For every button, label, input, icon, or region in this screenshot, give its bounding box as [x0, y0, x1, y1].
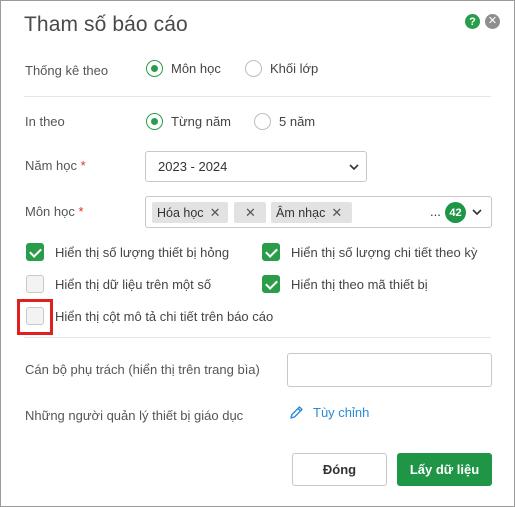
- stats-by-label: Thống kê theo: [25, 63, 109, 78]
- radio-print-by-year[interactable]: Từng năm: [146, 113, 231, 130]
- required-mark: *: [78, 204, 84, 219]
- subject-label: Môn học *: [25, 204, 84, 219]
- close-icon[interactable]: ✕: [485, 14, 500, 29]
- radio-selected-icon: [146, 113, 163, 130]
- checkbox-unchecked-icon: [26, 275, 44, 293]
- checkbox-show-detail-by-term[interactable]: Hiển thị số lượng chi tiết theo kỳ: [262, 243, 477, 261]
- checkbox-show-by-device-code[interactable]: Hiển thị theo mã thiết bị: [262, 275, 428, 293]
- checkbox-checked-icon: [26, 243, 44, 261]
- subject-multiselect[interactable]: Hóa học ✕ ✕ Âm nhạc ✕ ... 42: [145, 196, 492, 228]
- checkbox-checked-icon: [262, 275, 280, 293]
- chevron-down-icon: [472, 209, 482, 216]
- checkbox-show-data-on-number[interactable]: Hiển thị dữ liệu trên một số: [26, 275, 211, 293]
- checkbox-label: Hiển thị số lượng thiết bị hỏng: [55, 244, 230, 260]
- checkbox-label: Hiển thị theo mã thiết bị: [291, 276, 428, 292]
- subject-label-text: Môn học: [25, 204, 75, 219]
- subject-tag-label: Hóa học: [157, 205, 204, 220]
- radio-label: Từng năm: [171, 114, 232, 129]
- staff-label: Cán bộ phụ trách (hiển thị trên trang bì…: [25, 362, 260, 377]
- school-year-value: 2023 - 2024: [158, 159, 228, 174]
- radio-print-by-5-years[interactable]: 5 năm: [254, 113, 315, 130]
- help-icon[interactable]: ?: [465, 14, 480, 29]
- close-button[interactable]: Đóng: [292, 453, 387, 486]
- highlight-box: [17, 299, 53, 335]
- required-mark: *: [80, 158, 86, 173]
- remove-tag-icon[interactable]: ✕: [331, 205, 342, 221]
- get-data-button[interactable]: Lấy dữ liệu: [397, 453, 492, 486]
- print-by-label: In theo: [25, 114, 65, 129]
- checkbox-show-broken-count[interactable]: Hiển thị số lượng thiết bị hỏng: [26, 243, 229, 261]
- subject-tag-label: Âm nhạc: [276, 205, 326, 220]
- radio-unselected-icon: [254, 113, 271, 130]
- pencil-icon: [290, 406, 303, 419]
- customize-link-label: Tùy chỉnh: [313, 405, 370, 420]
- subject-tag: Hóa học ✕: [152, 202, 228, 223]
- customize-link[interactable]: Tùy chỉnh: [289, 405, 369, 420]
- checkbox-show-description-column[interactable]: Hiển thị cột mô tả chi tiết trên báo cáo: [26, 307, 273, 325]
- checkbox-label: Hiển thị số lượng chi tiết theo kỳ: [291, 244, 478, 260]
- radio-label: Khối lớp: [270, 61, 319, 76]
- checkbox-label: Hiển thị dữ liệu trên một số: [55, 276, 212, 292]
- radio-stats-by-subject[interactable]: Môn học: [146, 60, 221, 77]
- report-parameters-dialog: Tham số báo cáo ? ✕ Thống kê theo Môn họ…: [0, 0, 515, 507]
- radio-unselected-icon: [245, 60, 262, 77]
- subject-tag: ✕: [234, 202, 266, 223]
- school-year-select[interactable]: 2023 - 2024: [145, 151, 367, 182]
- checkbox-checked-icon: [262, 243, 280, 261]
- checkbox-label: Hiển thị cột mô tả chi tiết trên báo cáo: [55, 308, 274, 324]
- divider: [24, 337, 491, 338]
- subject-tag: Âm nhạc ✕: [271, 202, 352, 223]
- chevron-down-icon: [349, 164, 359, 171]
- radio-selected-icon: [146, 60, 163, 77]
- selected-count-badge: 42: [445, 202, 466, 223]
- radio-label: Môn học: [171, 61, 221, 76]
- school-year-label-text: Năm học: [25, 158, 78, 173]
- radio-label: 5 năm: [279, 114, 316, 129]
- more-indicator: ...: [430, 204, 441, 219]
- remove-tag-icon[interactable]: ✕: [210, 205, 221, 221]
- remove-tag-icon[interactable]: ✕: [245, 205, 256, 221]
- dialog-title: Tham số báo cáo: [24, 13, 188, 36]
- managers-label: Những người quản lý thiết bị giáo dục: [25, 408, 244, 423]
- school-year-label: Năm học *: [25, 158, 86, 173]
- divider: [24, 96, 491, 97]
- staff-input[interactable]: [287, 353, 492, 387]
- radio-stats-by-grade[interactable]: Khối lớp: [245, 60, 318, 77]
